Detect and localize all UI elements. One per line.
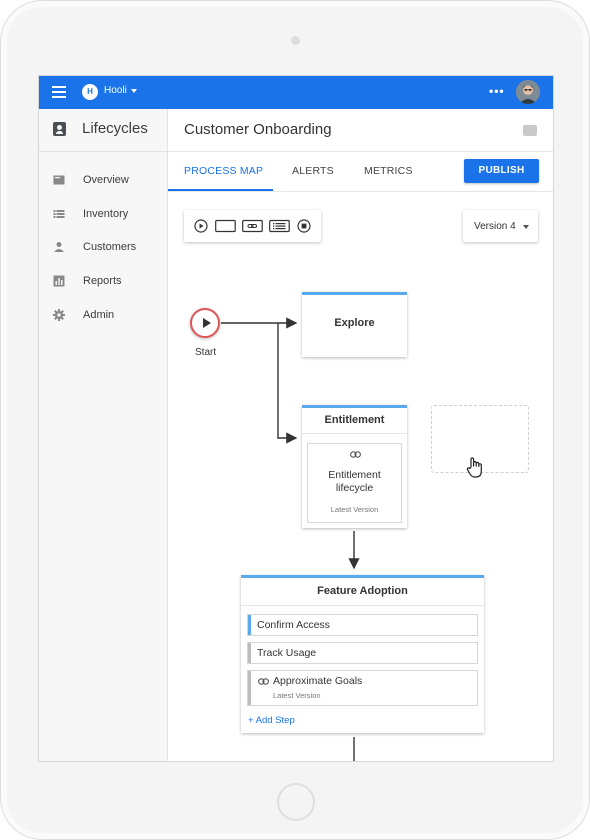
stage-title: Explore [334,317,375,329]
sidebar-title: Lifecycles [82,120,148,137]
stage-card-explore[interactable]: Explore [302,292,407,357]
overview-icon [53,174,65,186]
step-accent-bar [248,643,251,663]
sidebar-item-reports[interactable]: Reports [39,268,167,296]
main-content: Customer Onboarding PROCESS MAP ALERTS M… [168,109,553,761]
menu-icon[interactable] [52,86,66,98]
chevron-down-icon[interactable] [131,89,137,93]
sidebar-item-label: Overview [83,174,129,186]
link-icon [258,677,269,688]
lifecycles-icon [53,122,66,136]
divider [39,151,167,152]
bar-chart-icon [53,275,65,287]
sidebar-item-label: Customers [83,241,137,253]
more-icon[interactable]: ••• [489,84,505,98]
linked-lifecycle-card[interactable]: Entitlement lifecycle Latest Version [307,443,402,523]
stage-card-entitlement[interactable]: Entitlement Entitlement lifecycle Latest… [302,405,407,528]
user-avatar[interactable] [516,80,540,104]
step-approximate-goals[interactable]: Approximate Goals Latest Version [247,670,478,706]
org-avatar[interactable]: H [82,84,98,100]
list-icon [53,208,65,220]
linked-lifecycle-name-line1: Entitlement [328,469,381,481]
sidebar-item-customers[interactable]: Customers [39,234,167,262]
step-label: Track Usage [257,647,317,659]
person-icon [53,241,65,253]
add-step-button[interactable]: + Add Step [248,715,295,726]
step-accent-bar [248,615,251,635]
step-label: Confirm Access [257,619,330,631]
tablet-frame: H Hooli ••• Lifecycles Overview Inventor… [0,0,590,840]
sidebar-item-admin[interactable]: Admin [39,302,167,330]
step-accent-bar [248,671,251,705]
start-label: Start [195,347,217,358]
connector-start-entitlement [277,323,298,444]
stage-title: Entitlement [324,414,385,426]
divider [241,605,484,606]
app-screen: H Hooli ••• Lifecycles Overview Inventor… [38,75,554,762]
grab-cursor-icon [465,456,487,485]
gear-icon [53,309,65,321]
camera-dot [291,36,300,45]
sidebar-item-inventory[interactable]: Inventory [39,201,167,229]
sidebar-item-overview[interactable]: Overview [39,167,167,195]
org-switcher-label[interactable]: Hooli [104,85,127,96]
step-confirm-access[interactable]: Confirm Access [247,614,478,636]
step-label: Approximate Goals [273,675,363,687]
sidebar-item-label: Reports [83,275,122,287]
link-icon [350,450,361,461]
step-track-usage[interactable]: Track Usage [247,642,478,664]
linked-lifecycle-name-line2: lifecycle [335,482,374,494]
start-node[interactable] [190,308,220,338]
sidebar-item-label: Admin [83,309,115,321]
top-app-bar: H Hooli ••• [39,76,553,109]
home-button[interactable] [277,783,315,821]
sidebar-item-label: Inventory [83,208,129,220]
stage-title: Feature Adoption [317,585,408,597]
divider [302,433,407,434]
sidebar: Lifecycles Overview Inventory Customers [39,109,168,761]
linked-lifecycle-version: Latest Version [330,505,379,514]
stage-card-feature-adoption[interactable]: Feature Adoption Confirm Access Track Us… [241,575,484,733]
step-sub-label: Latest Version [273,691,321,700]
